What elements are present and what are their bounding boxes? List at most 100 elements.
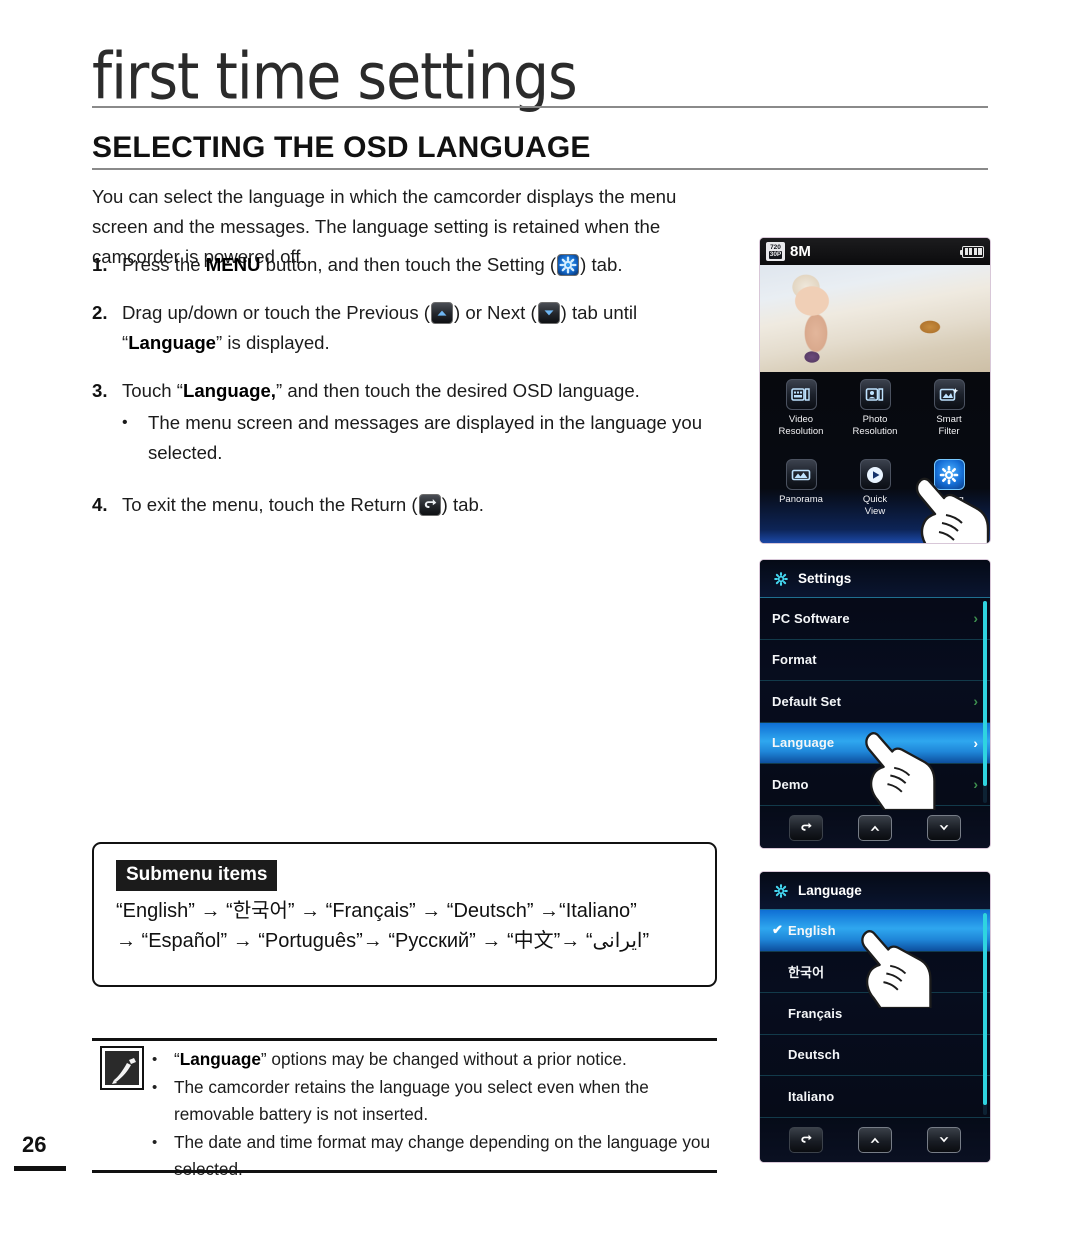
menu-item-label: Video Resolution [778,414,824,437]
settings-row-default-set[interactable]: Default Set › [760,681,990,723]
next-button[interactable] [926,1127,961,1153]
quick-view-icon [859,459,891,490]
submenu-items-label: Submenu items [116,860,278,891]
menu-item-label: Setting [934,494,964,505]
row-label: PC Software [772,610,850,626]
notes-list: • “Language” options may be changed with… [152,1046,717,1184]
language-row-deutsch[interactable]: Deutsch [760,1035,990,1076]
menu-item-video-resolution[interactable]: Video Resolution [764,379,838,459]
gear-icon [773,571,789,587]
previous-button[interactable] [857,1127,892,1153]
scrollbar[interactable] [983,913,987,1115]
section-divider [92,168,988,170]
step-2-text-before: Drag up/down or touch the Previous ( [122,302,430,323]
menu-item-panorama[interactable]: Panorama [764,459,838,539]
step-2-text-mid: ) or Next ( [454,302,537,323]
language-menu-header: Language [760,872,990,910]
video-resolution-badge: 720 30P [766,242,785,261]
step-2-bold-language: Language [128,332,217,353]
photo-resolution-value: 8M [790,243,811,260]
note-text: The date and time format may change depe… [174,1132,711,1179]
menu-item-setting[interactable]: Setting [912,459,986,539]
row-label: Language [772,735,835,751]
settings-menu-title: Settings [798,571,852,586]
row-label: Italiano [788,1088,835,1104]
row-label: Deutsch [788,1047,840,1063]
settings-row-language[interactable]: Language › [760,722,990,764]
language-menu-screen: Language ✔ English 한국어 Français Deutsch … [760,872,990,1162]
video-res-top: 720 [770,244,781,251]
note-1-bold: Language [179,1049,261,1069]
chevron-right-icon: › [973,610,978,627]
submenu-items-box: Submenu items “English” → “한국어” → “Franç… [92,842,717,987]
note-1-suffix: ” options may be changed without a prior… [260,1049,627,1069]
menu-item-smart-filter[interactable]: Smart Filter [912,379,986,459]
menu-item-label: Smart Filter [936,414,962,437]
steps-list: 1. Press the MENU button, and then touch… [92,250,752,538]
home-menu-grid: Video Resolution Photo Resolution Smart Fil… [760,372,990,543]
step-text: Press the MENU button, and then touch th… [122,250,623,280]
step-3-text-after: ” and then touch the desired OSD languag… [275,380,640,401]
step-3: 3. Touch “Language,” and then touch the … [92,376,752,468]
setting-gear-icon [557,254,580,276]
scrollbar-thumb[interactable] [983,601,987,787]
step-number: 2. [92,302,108,323]
step-1-text-mid: button, and then touch the Setting ( [260,254,557,275]
menu-item-label: Quick View [862,494,888,517]
step-text: To exit the menu, touch the Return () ta… [122,490,484,520]
settings-row-demo[interactable]: Demo › [760,764,990,806]
step-number: 4. [92,494,108,515]
settings-row-format[interactable]: Format [760,640,990,681]
language-row-francais[interactable]: Français [760,993,990,1035]
step-3-body: Touch “Language,” and then touch the des… [122,376,752,468]
step-2-quote-close: ” is displayed. [216,332,330,353]
step-3-text-before: Touch “ [122,380,183,401]
note-item: • The date and time format may change de… [152,1129,717,1183]
step-4: 4. To exit the menu, touch the Return ()… [92,490,752,520]
step-4-text-before: To exit the menu, touch the Return ( [122,494,418,515]
photo-preview-child-on-beach [760,265,990,372]
note-pen-icon [100,1046,144,1090]
step-number: 3. [92,380,108,401]
menu-item-quick-view[interactable]: Quick View [838,459,912,539]
row-label: Demo [772,776,809,792]
settings-row-pc-software[interactable]: PC Software › [760,598,990,640]
note-text: “Language” options may be changed withou… [174,1046,627,1073]
note-item: • “Language” options may be changed with… [152,1046,717,1073]
row-label: Format [772,652,817,668]
step-3-bold-language: Language, [182,380,276,401]
notes-divider-top [92,1038,717,1041]
bullet-dot: • [152,1079,158,1096]
row-label: English [788,922,836,938]
step-number: 1. [92,254,108,275]
page-title: SELECTING THE OSD LANGUAGE [92,131,591,164]
language-row-korean[interactable]: 한국어 [760,952,990,993]
scrollbar[interactable] [983,601,987,803]
smart-filter-icon [933,379,965,410]
battery-full-icon [960,245,984,258]
step-text: Touch “Language,” and then touch the des… [122,376,752,406]
photo-resolution-icon [859,379,891,410]
language-row-english[interactable]: ✔ English [760,910,990,952]
language-menu-footer [760,1118,990,1162]
step-1-bold-menu: MENU [205,254,261,275]
scrollbar-thumb[interactable] [983,913,987,1105]
page-number: 26 [22,1132,47,1157]
step-1: 1. Press the MENU button, and then touch… [92,250,752,280]
menu-item-photo-resolution[interactable]: Photo Resolution [838,379,912,459]
note-item: • The camcorder retains the language you… [152,1074,717,1128]
return-button[interactable] [789,814,824,841]
return-button[interactable] [789,1127,824,1153]
previous-button[interactable] [857,814,892,841]
note-pen-glyph [105,1051,139,1085]
bullet-text: The menu screen and messages are display… [148,412,703,463]
panorama-icon [785,459,817,490]
page-number-rule [14,1166,66,1171]
video-res-bottom: 30P [768,251,783,259]
settings-menu-header: Settings [760,560,990,598]
language-row-italiano[interactable]: Italiano [760,1076,990,1118]
next-button[interactable] [926,814,961,841]
status-bar: 720 30P 8M [760,238,990,265]
gear-icon [773,883,789,899]
menu-item-label: Photo Resolution [852,414,898,437]
